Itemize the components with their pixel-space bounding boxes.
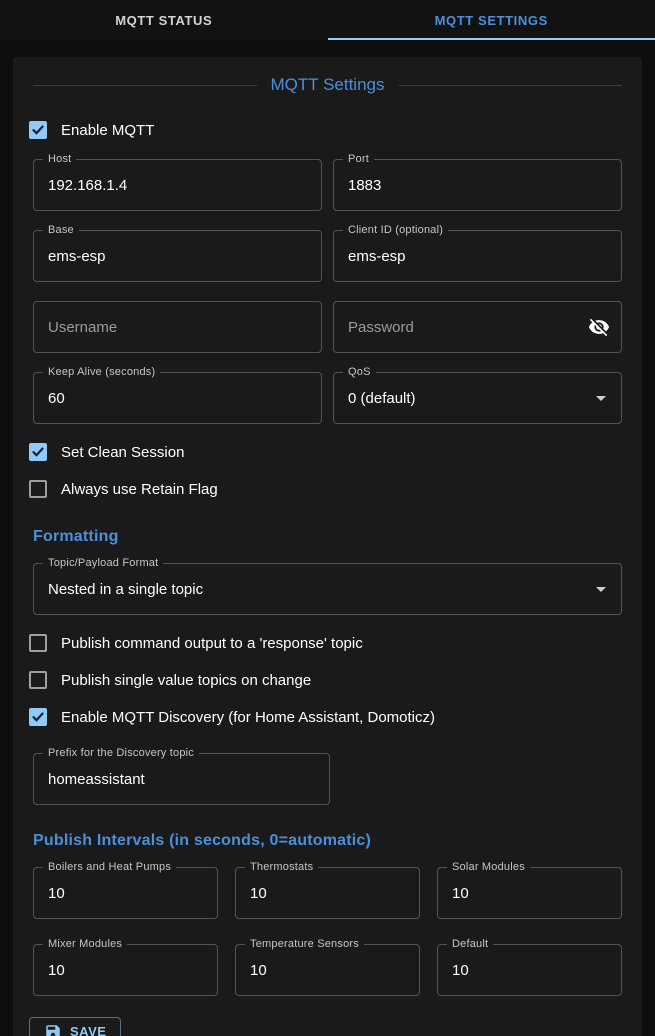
field-label: Client ID (optional) <box>343 224 448 236</box>
discovery-prefix-field[interactable]: Prefix for the Discovery topic <box>33 753 330 805</box>
field-label: Prefix for the Discovery topic <box>43 747 199 759</box>
client-id-input[interactable] <box>334 231 621 281</box>
field-label: QoS <box>343 366 376 378</box>
boilers-interval-input[interactable] <box>34 868 217 918</box>
solar-interval-input[interactable] <box>438 868 621 918</box>
checkbox-enable-mqtt[interactable]: Enable MQTT <box>29 118 622 142</box>
check-icon <box>31 123 45 137</box>
mixer-interval-input[interactable] <box>34 945 217 995</box>
keepalive-qos-row: Keep Alive (seconds) QoS 0 (default) <box>33 372 622 424</box>
keep-alive-input[interactable] <box>34 373 321 423</box>
port-input[interactable] <box>334 160 621 210</box>
checkbox-label: Set Clean Session <box>61 444 184 461</box>
save-button-label: SAVE <box>70 1024 106 1036</box>
qos-select[interactable]: QoS 0 (default) <box>333 372 622 424</box>
checkbox-icon <box>29 671 47 689</box>
thermostats-interval-field[interactable]: Thermostats <box>235 867 420 919</box>
base-input[interactable] <box>34 231 321 281</box>
divider-line <box>399 85 623 86</box>
toggle-password-visibility-button[interactable] <box>587 315 611 339</box>
field-label: Keep Alive (seconds) <box>43 366 160 378</box>
checkbox-icon <box>29 121 47 139</box>
checkbox-clean-session[interactable]: Set Clean Session <box>29 440 622 464</box>
save-icon <box>44 1023 62 1036</box>
field-label: Host <box>43 153 76 165</box>
checkbox-label: Enable MQTT <box>61 122 154 139</box>
username-field[interactable] <box>33 301 322 353</box>
format-selected-value: Nested in a single topic <box>34 564 621 614</box>
checkbox-mqtt-discovery[interactable]: Enable MQTT Discovery (for Home Assistan… <box>29 705 622 729</box>
checkbox-retain-flag[interactable]: Always use Retain Flag <box>29 477 622 501</box>
checkbox-icon <box>29 443 47 461</box>
password-input[interactable] <box>334 302 621 352</box>
topic-payload-format-select[interactable]: Topic/Payload Format Nested in a single … <box>33 563 622 615</box>
save-button[interactable]: SAVE <box>29 1017 121 1036</box>
host-field[interactable]: Host <box>33 159 322 211</box>
field-label: Topic/Payload Format <box>43 557 163 569</box>
keep-alive-field[interactable]: Keep Alive (seconds) <box>33 372 322 424</box>
boilers-interval-field[interactable]: Boilers and Heat Pumps <box>33 867 218 919</box>
checkbox-icon <box>29 634 47 652</box>
page-title: MQTT Settings <box>271 75 385 95</box>
checkbox-response-topic[interactable]: Publish command output to a 'response' t… <box>29 631 622 655</box>
host-input[interactable] <box>34 160 321 210</box>
mqtt-settings-card: MQTT Settings Enable MQTT Host Port Base… <box>13 57 642 1036</box>
tab-mqtt-settings[interactable]: MQTT SETTINGS <box>328 0 655 40</box>
default-interval-input[interactable] <box>438 945 621 995</box>
field-label: Default <box>447 938 493 950</box>
formatting-heading: Formatting <box>33 528 622 546</box>
checkbox-icon <box>29 480 47 498</box>
base-field[interactable]: Base <box>33 230 322 282</box>
tab-bar: MQTT STATUS MQTT SETTINGS <box>0 0 655 40</box>
mixer-interval-field[interactable]: Mixer Modules <box>33 944 218 996</box>
checkbox-label: Always use Retain Flag <box>61 481 218 498</box>
checkbox-label: Enable MQTT Discovery (for Home Assistan… <box>61 709 435 726</box>
qos-selected-value: 0 (default) <box>334 373 621 423</box>
publish-intervals-grid: Boilers and Heat Pumps Thermostats Solar… <box>33 867 622 996</box>
username-input[interactable] <box>34 302 321 352</box>
host-port-row: Host Port <box>33 159 622 211</box>
checkbox-icon <box>29 708 47 726</box>
password-field[interactable] <box>333 301 622 353</box>
tab-mqtt-status[interactable]: MQTT STATUS <box>0 0 328 40</box>
thermostats-interval-input[interactable] <box>236 868 419 918</box>
checkbox-label: Publish command output to a 'response' t… <box>61 635 363 652</box>
divider-line <box>33 85 257 86</box>
field-label: Solar Modules <box>447 861 530 873</box>
field-label: Thermostats <box>245 861 318 873</box>
client-id-field[interactable]: Client ID (optional) <box>333 230 622 282</box>
chevron-down-icon <box>589 386 613 410</box>
chevron-down-icon <box>589 577 613 601</box>
port-field[interactable]: Port <box>333 159 622 211</box>
temperature-interval-field[interactable]: Temperature Sensors <box>235 944 420 996</box>
temperature-interval-input[interactable] <box>236 945 419 995</box>
checkbox-label: Publish single value topics on change <box>61 672 311 689</box>
field-label: Base <box>43 224 79 236</box>
visibility-off-icon <box>588 316 610 338</box>
default-interval-field[interactable]: Default <box>437 944 622 996</box>
discovery-prefix-input[interactable] <box>34 754 329 804</box>
solar-interval-field[interactable]: Solar Modules <box>437 867 622 919</box>
check-icon <box>31 445 45 459</box>
check-icon <box>31 710 45 724</box>
field-label: Temperature Sensors <box>245 938 364 950</box>
active-tab-indicator <box>328 38 655 40</box>
checkbox-single-value-topics[interactable]: Publish single value topics on change <box>29 668 622 692</box>
field-label: Port <box>343 153 374 165</box>
base-clientid-row: Base Client ID (optional) <box>33 230 622 282</box>
title-divider: MQTT Settings <box>33 75 622 95</box>
field-label: Boilers and Heat Pumps <box>43 861 176 873</box>
field-label: Mixer Modules <box>43 938 127 950</box>
publish-intervals-heading: Publish Intervals (in seconds, 0=automat… <box>33 832 622 850</box>
credentials-row <box>33 301 622 353</box>
